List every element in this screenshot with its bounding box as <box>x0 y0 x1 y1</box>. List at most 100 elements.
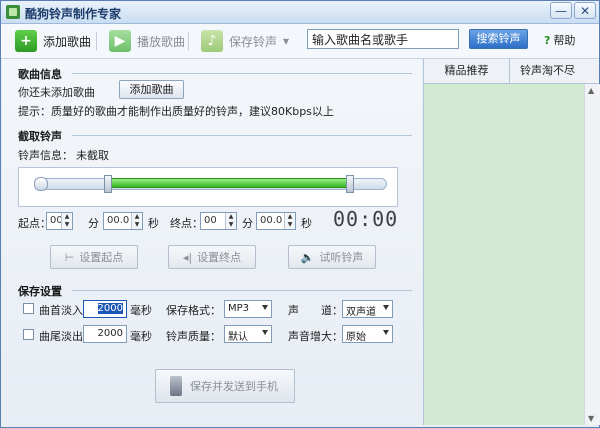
save-ringtone-label: 保存铃声 <box>229 34 278 49</box>
set-end-label: 设置终点 <box>197 251 242 264</box>
end-second-spinner[interactable]: 00.0 ▲ ▼ <box>256 212 296 230</box>
toolbar-divider <box>96 32 97 50</box>
set-end-button[interactable]: ◂| 设置终点 <box>168 245 256 269</box>
channel-select[interactable]: 双声道 <box>342 300 393 318</box>
section-divider <box>72 135 412 136</box>
play-song-button[interactable]: ▶ 播放歌曲 <box>109 28 185 54</box>
app-window: 酷狗铃声制作专家 — ✕ + 添加歌曲 ▶ 播放歌曲 ♪ 保存铃声 ▾ 搜索铃声… <box>0 0 600 428</box>
channel-value: 双声道 <box>346 307 376 318</box>
end-marker-handle[interactable] <box>346 175 354 193</box>
slider-track[interactable] <box>34 175 387 193</box>
fade-out-checkbox[interactable] <box>23 329 34 340</box>
ringtone-info-label: 铃声信息： <box>18 149 73 162</box>
ringtone-info-value: 未截取 <box>76 149 109 162</box>
phone-icon <box>170 376 182 396</box>
gain-label: 声音增大： <box>288 330 343 343</box>
fade-out-field[interactable]: 2000 <box>83 325 127 343</box>
chevron-down-icon <box>383 330 389 335</box>
second-unit: 秒 <box>301 217 312 230</box>
scroll-up-icon[interactable]: ▲ <box>588 86 594 95</box>
start-marker-handle[interactable] <box>104 175 112 193</box>
playhead-handle[interactable] <box>34 177 48 191</box>
search-button[interactable]: 搜索铃声 <box>469 29 528 49</box>
fade-in-label: 曲首淡入 <box>39 304 83 317</box>
spinner-arrows-icon[interactable]: ▲ ▼ <box>284 213 295 229</box>
fade-in-value: 2000 <box>97 303 123 314</box>
song-info-title: 歌曲信息 <box>18 68 62 81</box>
chevron-down-icon[interactable]: ▾ <box>283 34 289 48</box>
ms-unit: 毫秒 <box>130 330 152 343</box>
question-icon: ? <box>544 34 551 47</box>
search-input[interactable] <box>307 29 459 49</box>
spinner-arrows-icon[interactable]: ▲ ▼ <box>131 213 142 229</box>
scrollbar[interactable]: ▲ ▼ <box>584 84 600 425</box>
chevron-down-icon <box>262 330 268 335</box>
tab-featured[interactable]: 精品推荐 <box>424 59 510 83</box>
plus-icon: + <box>15 30 37 52</box>
app-logo-icon <box>6 5 20 19</box>
fade-in-checkbox[interactable] <box>23 303 34 314</box>
start-second-value: 00.0 <box>107 215 130 226</box>
quality-value: 默认 <box>228 332 248 343</box>
save-settings-title: 保存设置 <box>18 285 62 298</box>
fade-in-field[interactable]: 2000 <box>83 300 127 318</box>
end-label: 终点： <box>170 217 203 230</box>
end-minute-spinner[interactable]: 00 ▲ ▼ <box>200 212 237 230</box>
save-and-send-label: 保存并发送到手机 <box>190 380 278 393</box>
gain-select[interactable]: 原始 <box>342 325 393 343</box>
fade-out-label: 曲尾淡出 <box>39 330 83 343</box>
spinner-arrows-icon[interactable]: ▲ ▼ <box>61 213 72 229</box>
gain-value: 原始 <box>346 332 366 343</box>
side-tabs: 精品推荐 铃声淘不尽 <box>424 59 599 84</box>
tab-more-ringtones[interactable]: 铃声淘不尽 <box>510 59 585 83</box>
minute-unit: 分 <box>88 217 99 230</box>
editor-panel: 歌曲信息 你还未添加歌曲 添加歌曲 提示：质量好的歌曲才能制作出质量好的铃声，建… <box>2 59 422 425</box>
song-status: 你还未添加歌曲 <box>18 86 95 99</box>
quality-label: 铃声质量： <box>166 330 221 343</box>
ringtone-list[interactable] <box>424 84 584 425</box>
add-song-label: 添加歌曲 <box>43 34 92 49</box>
play-song-label: 播放歌曲 <box>137 34 186 49</box>
minimize-button[interactable]: — <box>550 2 572 19</box>
set-start-button[interactable]: ⊢ 设置起点 <box>50 245 138 269</box>
second-unit: 秒 <box>148 217 159 230</box>
minute-unit: 分 <box>242 217 253 230</box>
clip-title: 截取铃声 <box>18 130 62 143</box>
title-bar: 酷狗铃声制作专家 — ✕ <box>1 1 599 24</box>
start-second-spinner[interactable]: 00.0 ▲ ▼ <box>103 212 143 230</box>
chevron-down-icon <box>383 305 389 310</box>
set-start-label: 设置起点 <box>79 251 124 264</box>
preview-button[interactable]: 🔈 试听铃声 <box>288 245 376 269</box>
section-divider <box>72 73 412 74</box>
save-and-send-button[interactable]: 保存并发送到手机 <box>155 369 295 403</box>
toolbar: + 添加歌曲 ▶ 播放歌曲 ♪ 保存铃声 ▾ 搜索铃声 ?帮助 <box>1 24 599 59</box>
scroll-down-icon[interactable]: ▼ <box>588 414 594 423</box>
spinner-arrows-icon[interactable]: ▲ ▼ <box>225 213 236 229</box>
format-select[interactable]: MP3 <box>224 300 272 318</box>
window-title: 酷狗铃声制作专家 <box>25 7 122 21</box>
set-start-icon: ⊢ <box>64 250 75 264</box>
channel-label: 声 道： <box>288 304 343 317</box>
preview-label: 试听铃声 <box>319 251 364 264</box>
time-display: 00:00 <box>333 207 399 231</box>
end-second-value: 00.0 <box>260 215 283 226</box>
add-song-button[interactable]: 添加歌曲 <box>119 80 184 99</box>
save-ringtone-button[interactable]: ♪ 保存铃声 ▾ <box>201 28 289 54</box>
speaker-icon: 🔈 <box>300 250 315 264</box>
help-link[interactable]: ? 帮助 <box>544 32 575 48</box>
help-label: 帮助 <box>553 34 576 47</box>
set-end-icon: ◂| <box>182 250 193 264</box>
ms-unit: 毫秒 <box>130 304 152 317</box>
chevron-down-icon <box>262 305 268 310</box>
play-icon: ▶ <box>109 30 131 52</box>
start-minute-spinner[interactable]: 00 ▲ ▼ <box>46 212 73 230</box>
selected-range <box>108 178 352 188</box>
quality-select[interactable]: 默认 <box>224 325 272 343</box>
add-song-toolbar-button[interactable]: + 添加歌曲 <box>15 28 91 54</box>
format-label: 保存格式： <box>166 304 221 317</box>
toolbar-divider <box>188 32 189 50</box>
section-divider <box>72 290 412 291</box>
close-button[interactable]: ✕ <box>574 2 596 19</box>
music-note-icon: ♪ <box>201 30 223 52</box>
end-minute-value: 00 <box>204 215 217 226</box>
